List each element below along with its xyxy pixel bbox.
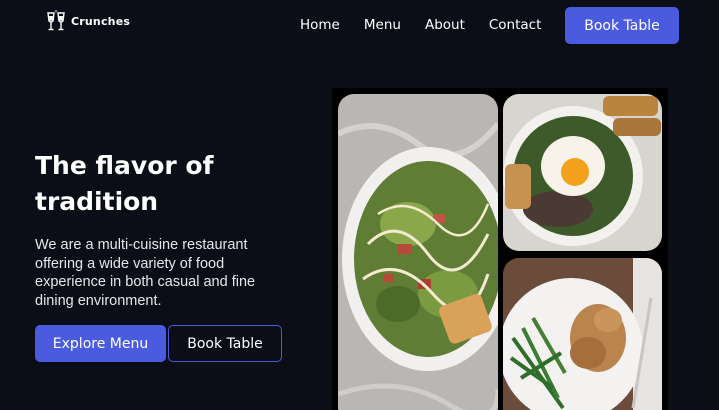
nav-about[interactable]: About xyxy=(425,17,465,33)
chicken-green-beans-photo xyxy=(503,258,662,410)
nav-home[interactable]: Home xyxy=(300,17,340,33)
caesar-salad-photo xyxy=(338,94,498,410)
hero-description: We are a multi-cuisine restaurant offeri… xyxy=(35,237,256,309)
explore-menu-button[interactable]: Explore Menu xyxy=(35,325,166,362)
header-book-table-button[interactable]: Book Table xyxy=(565,7,679,44)
food-gallery xyxy=(332,88,668,410)
hero-title: The flavor of tradition xyxy=(35,151,214,216)
hero-book-table-button[interactable]: Book Table xyxy=(168,325,282,362)
nav-contact[interactable]: Contact xyxy=(489,17,542,33)
brand-logo[interactable]: Crunches xyxy=(44,10,130,32)
brand-name: Crunches xyxy=(71,14,131,28)
egg-rice-bowl-photo xyxy=(503,94,662,251)
nav-menu[interactable]: Menu xyxy=(364,17,401,33)
main-nav: Home Menu About Contact xyxy=(300,17,541,33)
toast-glasses-icon xyxy=(47,10,65,31)
